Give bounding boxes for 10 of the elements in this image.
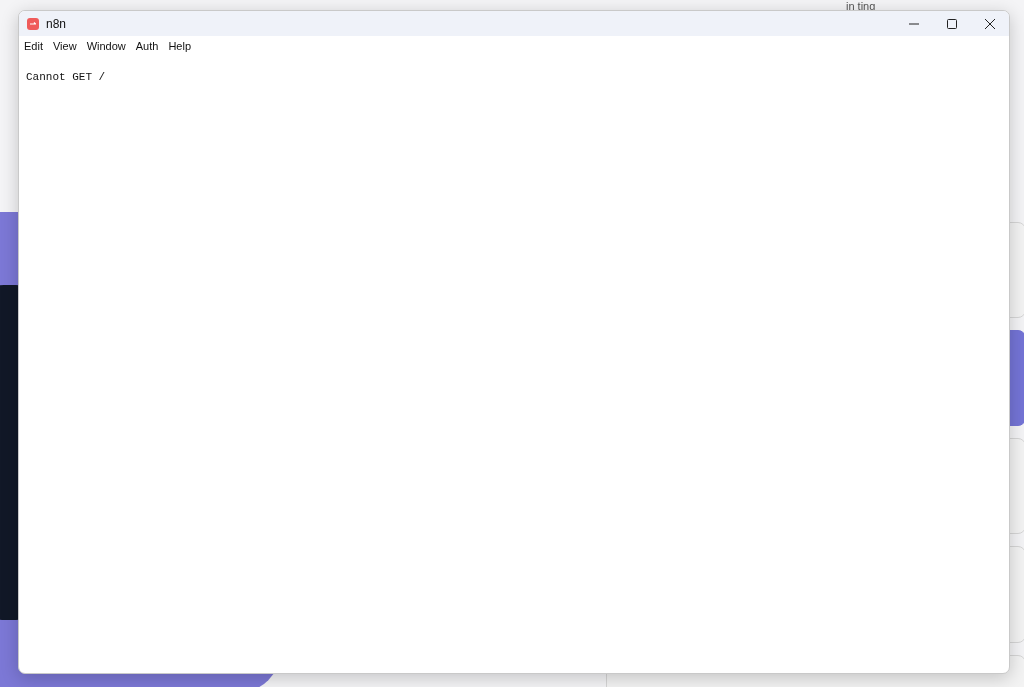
menu-item[interactable]: Help [165, 40, 196, 52]
menu-item[interactable]: Edit [21, 40, 48, 52]
menu-item[interactable]: Auth [132, 40, 164, 52]
close-icon [985, 18, 995, 29]
maximize-icon [947, 18, 957, 29]
app-logo-icon [27, 17, 39, 30]
menu-item[interactable]: Window [83, 40, 131, 52]
menu-item[interactable]: View [49, 40, 82, 52]
error-message: Cannot GET / [26, 71, 106, 83]
window-title: n8n [46, 16, 67, 31]
